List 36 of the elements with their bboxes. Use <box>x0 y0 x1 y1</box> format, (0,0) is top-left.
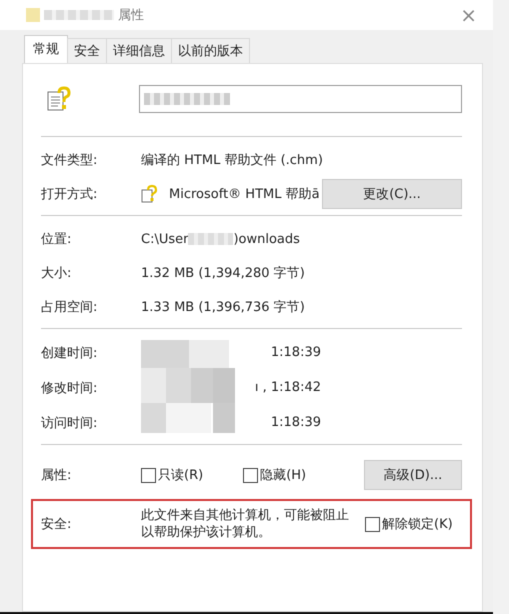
field-label: 文件类型: <box>41 152 98 169</box>
window-title: 属性 <box>118 7 144 24</box>
close-button[interactable]: × <box>456 3 481 27</box>
field-label: 修改时间: <box>41 380 98 396</box>
field-value: 1:18:39 <box>270 415 321 430</box>
blurred-icon <box>26 8 40 22</box>
redaction-mosaic <box>44 10 114 20</box>
security-message: 此文件来自其他计算机，可能被阻止以帮助保护该计算机。 <box>141 507 350 541</box>
tab[interactable]: 以前的版本 <box>171 38 250 63</box>
help-file-icon <box>141 184 159 204</box>
advanced-button[interactable]: 高级(D)... <box>364 460 462 490</box>
field-value: 编译的 HTML 帮助文件 (.chm) <box>141 152 323 169</box>
field-value: 1.33 MB (1,396,736 字节) <box>141 299 305 316</box>
help-file-icon <box>45 85 73 113</box>
field-value: )ownloads <box>233 232 300 246</box>
field-value: 1:18:39 <box>270 345 321 360</box>
tab[interactable]: 常规 <box>24 35 68 63</box>
field-label: 打开方式: <box>41 186 98 203</box>
field-value: 1.32 MB (1,394,280 字节) <box>141 265 305 282</box>
field-value: ı , 1:18:42 <box>254 380 321 395</box>
change-button[interactable]: 更改(C)... <box>322 179 462 209</box>
field-value: Microsoft® HTML 帮助ā <box>169 186 321 203</box>
field-label: 创建时间: <box>41 344 98 362</box>
field-label: 大小: <box>41 265 72 282</box>
checkbox[interactable]: 只读(R) <box>141 466 204 484</box>
tab[interactable]: 安全 <box>67 38 107 63</box>
file-name-field[interactable] <box>139 85 462 113</box>
field-label: 属性: <box>41 467 72 484</box>
checkbox[interactable]: 解除锁定(K) <box>365 515 453 533</box>
redaction-mosaic <box>188 233 234 245</box>
field-label: 位置: <box>41 231 72 248</box>
checkbox[interactable]: 隐藏(H) <box>243 466 306 484</box>
field-label: 安全: <box>41 516 72 533</box>
field-label: 访问时间: <box>41 414 98 432</box>
field-label: 占用空间: <box>41 299 98 316</box>
field-value: C:\User <box>141 232 188 246</box>
